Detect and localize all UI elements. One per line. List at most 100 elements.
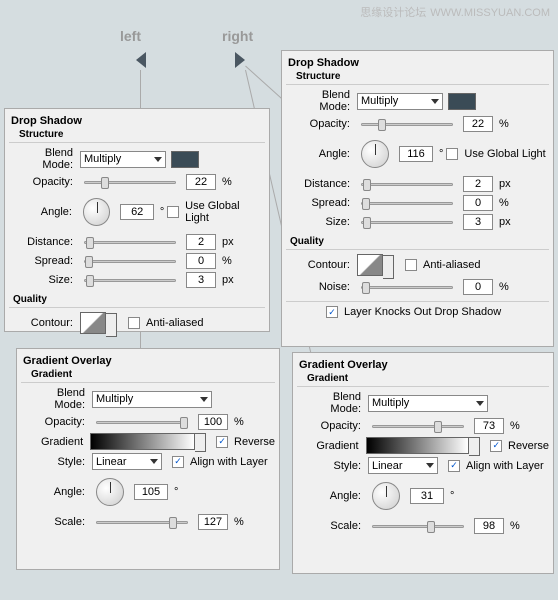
spread-val[interactable]: 0 bbox=[186, 253, 216, 269]
angle-label-r: Angle: bbox=[292, 148, 350, 160]
watermark-en: WWW.MISSYUAN.COM bbox=[430, 7, 550, 19]
noise-slider-r[interactable] bbox=[361, 286, 453, 289]
go-angle-label: Angle: bbox=[27, 486, 85, 498]
blend-select-r[interactable]: Multiply bbox=[357, 93, 443, 110]
go-blend-select-r[interactable]: Multiply bbox=[368, 395, 488, 412]
quality-title-r: Quality bbox=[290, 236, 549, 247]
contour-label-r: Contour: bbox=[292, 259, 350, 271]
contour-picker[interactable] bbox=[80, 312, 106, 334]
go-title: Gradient Overlay bbox=[23, 355, 275, 367]
go-blend-select[interactable]: Multiply bbox=[92, 391, 212, 408]
shadow-color[interactable] bbox=[171, 151, 199, 168]
spread-val-r[interactable]: 0 bbox=[463, 195, 493, 211]
global-light-label-r: Use Global Light bbox=[464, 148, 545, 160]
knockout-label: Layer Knocks Out Drop Shadow bbox=[344, 306, 501, 318]
dist-slider[interactable] bbox=[84, 241, 176, 244]
style-select-r[interactable]: Linear bbox=[368, 457, 438, 474]
gradient-sub: Gradient bbox=[31, 369, 275, 380]
go-angle-dial[interactable] bbox=[96, 478, 124, 506]
go-angle-label-r: Angle: bbox=[303, 490, 361, 502]
opacity-val-r[interactable]: 22 bbox=[463, 116, 493, 132]
noise-val-r[interactable]: 0 bbox=[463, 279, 493, 295]
blend-label-r: Blend Mode: bbox=[292, 89, 350, 113]
noise-label-r: Noise: bbox=[292, 281, 350, 293]
opacity-label: Opacity: bbox=[15, 176, 73, 188]
blend-select[interactable]: Multiply bbox=[80, 151, 166, 168]
size-slider[interactable] bbox=[84, 279, 176, 282]
size-label: Size: bbox=[15, 274, 73, 286]
size-label-r: Size: bbox=[292, 216, 350, 228]
global-light-check-r[interactable] bbox=[446, 148, 458, 160]
ds-title-r: Drop Shadow bbox=[288, 57, 549, 69]
spread-label: Spread: bbox=[15, 255, 73, 267]
reverse-check[interactable]: ✓ bbox=[216, 436, 228, 448]
go-scale-label: Scale: bbox=[27, 516, 85, 528]
angle-dial-r[interactable] bbox=[361, 140, 389, 168]
opacity-label-r: Opacity: bbox=[292, 118, 350, 130]
structure-title-r: Structure bbox=[296, 71, 549, 82]
blend-label: Blend Mode: bbox=[15, 147, 73, 171]
reverse-check-r[interactable]: ✓ bbox=[490, 440, 502, 452]
antialias-label-r: Anti-aliased bbox=[423, 259, 480, 271]
opacity-slider-r[interactable] bbox=[361, 123, 453, 126]
antialias-check[interactable] bbox=[128, 317, 140, 329]
go-grad-label-r: Gradient bbox=[303, 440, 359, 452]
go-blend-label: Blend Mode: bbox=[27, 387, 85, 411]
label-left: left bbox=[120, 28, 141, 44]
go-scale-val-r[interactable]: 98 bbox=[474, 518, 504, 534]
align-check[interactable]: ✓ bbox=[172, 456, 184, 468]
global-light-label: Use Global Light bbox=[185, 200, 265, 224]
quality-title: Quality bbox=[13, 294, 265, 305]
opacity-val[interactable]: 22 bbox=[186, 174, 216, 190]
go-angle-val-r[interactable]: 31 bbox=[410, 488, 444, 504]
dist-val[interactable]: 2 bbox=[186, 234, 216, 250]
reverse-label-r: Reverse bbox=[508, 440, 549, 452]
dist-label-r: Distance: bbox=[292, 178, 350, 190]
left-drop-shadow-panel: Drop Shadow Structure Blend Mode:Multipl… bbox=[4, 108, 270, 332]
spread-label-r: Spread: bbox=[292, 197, 350, 209]
size-val[interactable]: 3 bbox=[186, 272, 216, 288]
contour-picker-r[interactable] bbox=[357, 254, 383, 276]
go-scale-slider-r[interactable] bbox=[372, 525, 464, 528]
structure-title: Structure bbox=[19, 129, 265, 140]
knockout-check[interactable]: ✓ bbox=[326, 306, 338, 318]
watermark-cn: 思缘设计论坛 bbox=[360, 7, 426, 19]
left-gradient-panel: Gradient Overlay Gradient Blend Mode: Mul… bbox=[16, 348, 280, 570]
style-select[interactable]: Linear bbox=[92, 453, 162, 470]
go-opacity-label-r: Opacity: bbox=[303, 420, 361, 432]
spread-slider-r[interactable] bbox=[361, 202, 453, 205]
size-val-r[interactable]: 3 bbox=[463, 214, 493, 230]
gradient-picker-r[interactable] bbox=[366, 437, 470, 454]
size-slider-r[interactable] bbox=[361, 221, 453, 224]
antialias-check-r[interactable] bbox=[405, 259, 417, 271]
align-label-r: Align with Layer bbox=[466, 460, 544, 472]
angle-val[interactable]: 62 bbox=[120, 204, 153, 220]
gradient-picker[interactable] bbox=[90, 433, 195, 450]
align-check-r[interactable]: ✓ bbox=[448, 460, 460, 472]
go-style-label: Style: bbox=[27, 456, 85, 468]
go-opacity-val[interactable]: 100 bbox=[198, 414, 228, 430]
contour-label: Contour: bbox=[15, 317, 73, 329]
gradient-sub-r: Gradient bbox=[307, 373, 549, 384]
label-right: right bbox=[222, 28, 253, 44]
go-opacity-val-r[interactable]: 73 bbox=[474, 418, 504, 434]
align-label: Align with Layer bbox=[190, 456, 268, 468]
right-drop-shadow-panel: Drop Shadow Structure Blend Mode: Multipl… bbox=[281, 50, 554, 347]
angle-dial[interactable] bbox=[83, 198, 111, 226]
go-scale-slider[interactable] bbox=[96, 521, 188, 524]
go-scale-val[interactable]: 127 bbox=[198, 514, 228, 530]
shadow-color-r[interactable] bbox=[448, 93, 476, 110]
spread-slider[interactable] bbox=[84, 260, 176, 263]
right-arrow-icon bbox=[235, 52, 245, 68]
go-scale-label-r: Scale: bbox=[303, 520, 361, 532]
dist-slider-r[interactable] bbox=[361, 183, 453, 186]
go-angle-dial-r[interactable] bbox=[372, 482, 400, 510]
go-angle-val[interactable]: 105 bbox=[134, 484, 168, 500]
go-blend-label-r: Blend Mode: bbox=[303, 391, 361, 415]
opacity-slider[interactable] bbox=[84, 181, 176, 184]
dist-val-r[interactable]: 2 bbox=[463, 176, 493, 192]
angle-val-r[interactable]: 116 bbox=[399, 146, 433, 162]
go-opacity-slider-r[interactable] bbox=[372, 425, 464, 428]
go-opacity-slider[interactable] bbox=[96, 421, 188, 424]
global-light-check[interactable] bbox=[167, 206, 179, 218]
